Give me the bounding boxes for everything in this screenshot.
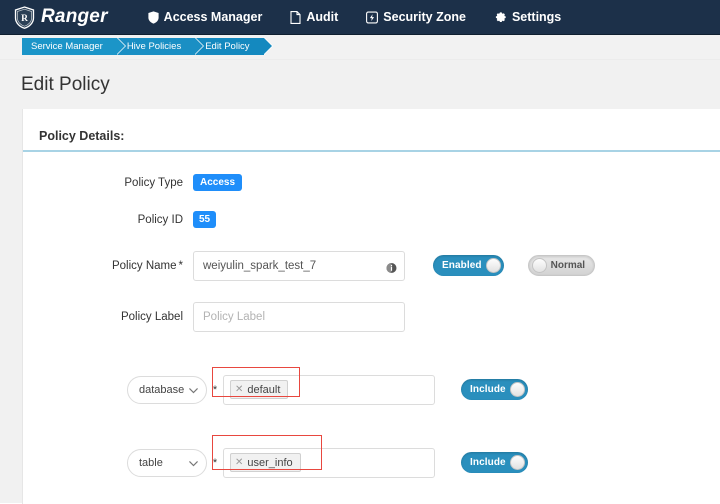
ranger-shield-logo-icon: R bbox=[14, 6, 35, 29]
breadcrumb-item-edit-policy[interactable]: Edit Policy bbox=[195, 38, 263, 55]
nav-item-label: Security Zone bbox=[383, 10, 466, 24]
resource-type-select-wrap-database[interactable]: database bbox=[127, 376, 207, 404]
policy-type-badge: Access bbox=[193, 174, 242, 191]
policy-name-label-text: Policy Name bbox=[112, 260, 177, 272]
toggle-knob bbox=[510, 455, 525, 470]
normal-toggle-label: Normal bbox=[551, 260, 585, 271]
brand-name: Ranger bbox=[41, 6, 108, 28]
enabled-toggle[interactable]: Enabled bbox=[433, 255, 504, 276]
policy-name-label: Policy Name* bbox=[23, 260, 193, 272]
include-toggle-table[interactable]: Include bbox=[461, 452, 528, 473]
required-marker: * bbox=[207, 457, 223, 469]
page-title: Edit Policy bbox=[0, 60, 720, 109]
top-navbar: R Ranger Access Manager Audit bbox=[0, 0, 720, 34]
resource-type-select-database[interactable]: database bbox=[127, 376, 207, 404]
row-policy-name: Policy Name* bbox=[23, 240, 720, 291]
nav-item-settings[interactable]: Settings bbox=[480, 0, 575, 34]
nav-item-label: Settings bbox=[512, 10, 561, 24]
close-icon[interactable]: ✕ bbox=[235, 385, 243, 395]
page-body: Edit Policy Policy Details: Policy Type … bbox=[0, 60, 720, 503]
policy-form: Policy Type Access Policy ID 55 Policy N… bbox=[23, 152, 720, 504]
resource-type-select-wrap-table[interactable]: table bbox=[127, 449, 207, 477]
toggle-knob bbox=[486, 258, 501, 273]
nav-item-label: Access Manager bbox=[164, 10, 263, 24]
file-icon bbox=[290, 11, 301, 24]
row-resource-database: database * ✕ default bbox=[23, 364, 720, 415]
enabled-toggle-label: Enabled bbox=[442, 260, 482, 271]
required-marker: * bbox=[179, 260, 183, 272]
brand[interactable]: R Ranger bbox=[14, 6, 108, 29]
policy-type-label: Policy Type bbox=[23, 177, 193, 189]
include-toggle-label: Include bbox=[470, 384, 506, 395]
info-icon[interactable] bbox=[386, 260, 397, 271]
gear-icon bbox=[494, 11, 507, 24]
breadcrumb: Service Manager Hive Policies Edit Polic… bbox=[22, 38, 264, 55]
policy-details-heading: Policy Details: bbox=[23, 125, 720, 150]
row-policy-type: Policy Type Access bbox=[23, 166, 720, 199]
resource-value-field-database[interactable]: ✕ default bbox=[223, 375, 435, 405]
normal-toggle[interactable]: Normal bbox=[528, 255, 595, 276]
shield-icon bbox=[148, 11, 159, 24]
breadcrumb-item-service-manager[interactable]: Service Manager bbox=[22, 38, 117, 55]
policy-id-label: Policy ID bbox=[23, 214, 193, 226]
policy-name-input[interactable] bbox=[193, 251, 405, 281]
nav-item-audit[interactable]: Audit bbox=[276, 0, 352, 34]
resource-value-field-table[interactable]: ✕ user_info bbox=[223, 448, 435, 478]
resource-chip-label: user_info bbox=[247, 457, 292, 469]
resource-type-select-table[interactable]: table bbox=[127, 449, 207, 477]
row-policy-label: Policy Label bbox=[23, 291, 720, 342]
nav-items: Access Manager Audit Security Zone bbox=[134, 0, 576, 34]
include-toggle-label: Include bbox=[470, 457, 506, 468]
close-icon[interactable]: ✕ bbox=[235, 458, 243, 468]
nav-item-security-zone[interactable]: Security Zone bbox=[352, 0, 480, 34]
row-policy-id: Policy ID 55 bbox=[23, 203, 720, 236]
resource-chip-table[interactable]: ✕ user_info bbox=[230, 453, 301, 472]
include-toggle-database[interactable]: Include bbox=[461, 379, 528, 400]
policy-label-input[interactable] bbox=[193, 302, 405, 332]
zone-bolt-icon bbox=[366, 11, 378, 24]
required-marker: * bbox=[207, 384, 223, 396]
svg-text:R: R bbox=[21, 14, 28, 24]
policy-details-card: Policy Details: Policy Type Access Polic… bbox=[22, 109, 720, 504]
policy-label-label: Policy Label bbox=[23, 311, 193, 323]
breadcrumb-item-hive-policies[interactable]: Hive Policies bbox=[117, 38, 195, 55]
breadcrumb-label: Hive Policies bbox=[127, 41, 181, 52]
resource-chip-database[interactable]: ✕ default bbox=[230, 380, 288, 399]
resource-chip-label: default bbox=[247, 384, 280, 396]
breadcrumb-label: Edit Policy bbox=[205, 41, 249, 52]
nav-item-label: Audit bbox=[306, 10, 338, 24]
policy-id-badge: 55 bbox=[193, 211, 216, 228]
row-resource-table: table * ✕ user_info bbox=[23, 437, 720, 488]
breadcrumb-label: Service Manager bbox=[31, 41, 103, 52]
toggle-knob bbox=[532, 258, 547, 273]
toggle-knob bbox=[510, 382, 525, 397]
breadcrumb-bar: Service Manager Hive Policies Edit Polic… bbox=[0, 34, 720, 60]
nav-item-access-manager[interactable]: Access Manager bbox=[134, 0, 277, 34]
